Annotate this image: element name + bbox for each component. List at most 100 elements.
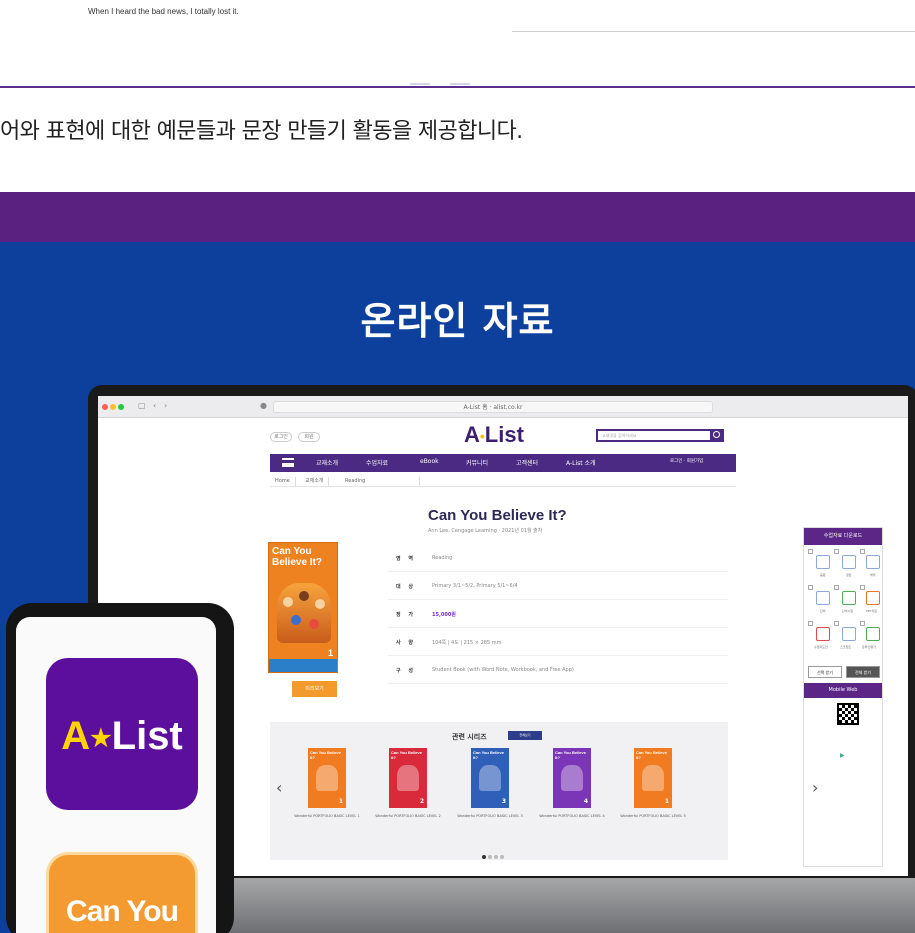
app2-title: Can You <box>66 895 179 928</box>
carousel-pager[interactable] <box>482 844 506 863</box>
series-book-title: Can You Believe It? <box>636 750 667 760</box>
online-test-icon[interactable] <box>866 627 880 641</box>
answer-icon[interactable] <box>842 555 856 569</box>
url-bar[interactable]: A-List 홈 · alist.co.kr <box>273 401 713 413</box>
store-icons[interactable]: ▶ <box>840 752 845 759</box>
info-key: 정 가 <box>396 612 416 618</box>
alist-app-icon[interactable]: A★List <box>46 658 198 810</box>
series-book[interactable]: Can You Believe It? 2 <box>389 748 427 808</box>
series-view-all-button[interactable]: 전체보기 <box>508 731 542 740</box>
carousel-prev-icon[interactable]: ‹ <box>276 778 282 797</box>
series-book-art <box>479 765 501 791</box>
search-icon[interactable] <box>710 429 724 442</box>
nav-item[interactable]: 커뮤니티 <box>466 458 488 467</box>
download-label: PPT자료 <box>866 609 877 613</box>
series-book-level: 2 <box>419 798 424 805</box>
book-title: Can You Believe It? <box>428 507 567 524</box>
series-book-title: Can You Believe It? <box>391 750 422 760</box>
series-book[interactable]: Can You Believe It? 4 <box>553 748 591 808</box>
info-value: Primary 3/1~5/2, Primary 5/1~6/4 <box>432 583 518 589</box>
checkbox[interactable] <box>834 549 839 554</box>
browser-chrome: ▢ ‹ › ● A-List 홈 · alist.co.kr <box>98 396 908 418</box>
download-buttons: 선택 받기 전체 받기 <box>804 663 882 683</box>
series-book-level: 3 <box>501 798 506 805</box>
breadcrumb-item[interactable]: Reading <box>340 477 420 486</box>
related-series: 관련 시리즈 전체보기 ‹ › Can You Believe It? 1 Can… <box>270 722 818 863</box>
site-logo[interactable]: A•List <box>464 422 524 448</box>
preview-button[interactable]: 미리보기 <box>292 681 337 697</box>
search-input[interactable]: 교재명을 검색하세요 <box>596 429 724 442</box>
download-label: 온라인평가 <box>862 645 876 649</box>
select-download-button[interactable]: 선택 받기 <box>808 666 842 678</box>
download-label: 단어 <box>820 609 826 613</box>
cover-bar <box>269 659 337 672</box>
qr-code-icon <box>837 703 859 725</box>
maximize-dot-icon[interactable] <box>118 404 124 410</box>
menu-icon[interactable] <box>282 458 294 467</box>
download-label: 정답 <box>846 573 852 577</box>
breadcrumb-item[interactable]: 교재소개 <box>300 477 330 486</box>
checkbox[interactable] <box>860 549 865 554</box>
audio-icon[interactable] <box>816 555 830 569</box>
sidebar-toggle-icon[interactable]: ▢ <box>138 401 146 410</box>
info-row: 정 가 15,000원 <box>388 600 728 628</box>
series-book-level: 1 <box>664 798 669 805</box>
series-book[interactable]: Can You Believe It? 1 <box>634 748 672 808</box>
series-caption: Wonderful PORTFOLIO BASIC LEVEL 4 <box>539 814 605 818</box>
can-you-believe-it-app-icon[interactable]: Can You <box>46 852 198 933</box>
ppt-icon[interactable] <box>866 591 880 605</box>
cover-title: Can You Believe It? <box>272 546 323 568</box>
minimize-dot-icon[interactable] <box>110 404 116 410</box>
breadcrumb: Home 교재소개 Reading <box>270 476 736 487</box>
nav-right-links[interactable]: 로그인 · 회원가입 <box>670 458 703 464</box>
logo-list: List <box>484 422 524 447</box>
lesson-plan-icon[interactable] <box>816 627 830 641</box>
script-icon[interactable] <box>842 627 856 641</box>
checkbox[interactable] <box>808 621 813 626</box>
series-book[interactable]: Can You Believe It? 3 <box>471 748 509 808</box>
nav-item[interactable]: 교재소개 <box>316 458 338 467</box>
info-key: 영 역 <box>396 556 416 562</box>
info-row: 영 역 Reading <box>388 544 728 572</box>
checkbox[interactable] <box>860 621 865 626</box>
checkbox[interactable] <box>834 621 839 626</box>
checkbox[interactable] <box>834 585 839 590</box>
search-placeholder: 교재명을 검색하세요 <box>602 433 637 438</box>
purple-band <box>0 192 915 242</box>
book-cover: Can You Believe It? 1 <box>268 542 338 673</box>
book-subtitle: Ann Lee, Cengage Learning · 2021년 01월 출처 <box>428 528 543 534</box>
info-key: 대 상 <box>396 584 416 590</box>
series-book[interactable]: Can You Believe It? 1 <box>308 748 346 808</box>
back-icon[interactable]: ‹ <box>153 401 156 410</box>
download-label: 수업지도안 <box>814 645 828 649</box>
checkbox[interactable] <box>808 585 813 590</box>
forward-icon[interactable]: › <box>164 401 167 410</box>
series-book-level: 4 <box>583 798 588 805</box>
series-book-title: Can You Believe It? <box>310 750 341 760</box>
top-section: When I heard the bad news, I totally los… <box>0 0 915 192</box>
carousel-next-icon[interactable]: › <box>812 778 818 797</box>
download-all-button[interactable]: 전체 받기 <box>846 666 880 678</box>
download-label: 단어시험 <box>842 609 854 613</box>
word-icon[interactable] <box>816 591 830 605</box>
nav-item[interactable]: 고객센터 <box>516 458 538 467</box>
info-value: Student Book (with Word Note, Workbook, … <box>432 667 574 673</box>
nav-item[interactable]: eBook <box>420 458 439 465</box>
signup-pill[interactable]: 회원 <box>298 432 320 442</box>
checkbox[interactable] <box>860 585 865 590</box>
series-book-art <box>642 765 664 791</box>
breadcrumb-item[interactable]: Home <box>270 477 296 486</box>
close-dot-icon[interactable] <box>102 404 108 410</box>
info-value: Reading <box>432 555 453 561</box>
login-pill[interactable]: 로그인 <box>270 432 292 442</box>
word-test-icon[interactable] <box>842 591 856 605</box>
series-caption: Wonderful PORTFOLIO BASIC LEVEL 3 <box>457 814 523 818</box>
translate-icon[interactable] <box>866 555 880 569</box>
nav-item[interactable]: A-List 소개 <box>566 458 596 467</box>
main-nav: 교재소개 수업자료 eBook 커뮤니티 고객센터 A-List 소개 로그인 … <box>270 454 736 472</box>
download-label: 해석 <box>870 573 876 577</box>
nav-item[interactable]: 수업자료 <box>366 458 388 467</box>
series-book-art <box>561 765 583 791</box>
checkbox[interactable] <box>808 549 813 554</box>
series-caption: Wonderful PORTFOLIO BASIC LEVEL 2 <box>375 814 441 818</box>
